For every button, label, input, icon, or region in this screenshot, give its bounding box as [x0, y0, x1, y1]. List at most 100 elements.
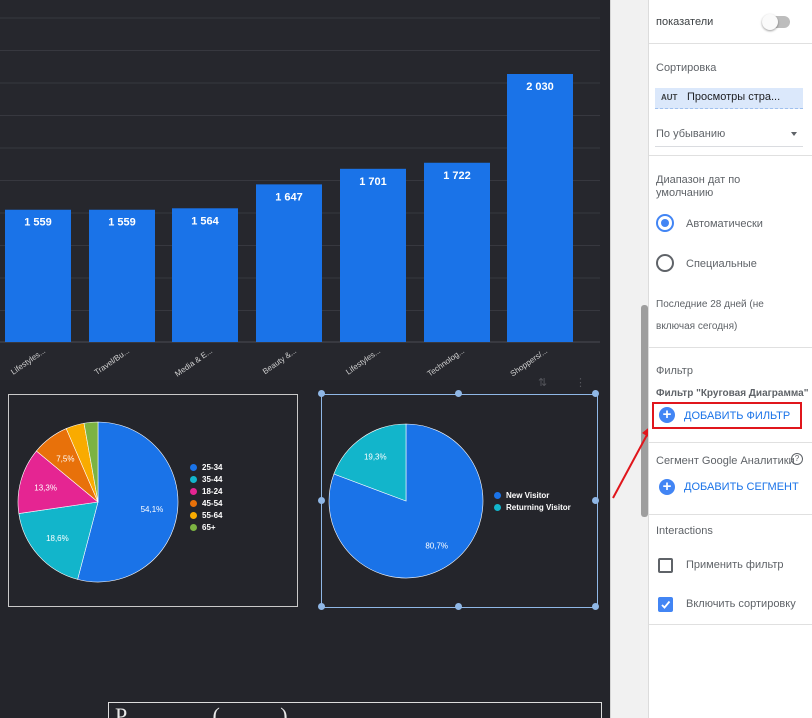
- resize-handle-b[interactable]: [455, 603, 462, 610]
- help-icon[interactable]: ?: [791, 453, 803, 465]
- pie-data-label: 54,1%: [141, 505, 164, 514]
- radio-custom[interactable]: [656, 254, 674, 272]
- metrics-label: показатели: [656, 16, 714, 28]
- add-filter-button[interactable]: ДОБАВИТЬ ФИЛЬТР: [684, 410, 790, 422]
- legend-item: Returning Visitor: [494, 501, 571, 513]
- resize-handle-bl[interactable]: [318, 603, 325, 610]
- legend-item: 35-44: [190, 473, 222, 485]
- legend-label: 55-64: [202, 510, 223, 520]
- legend-item: 45-54: [190, 497, 222, 509]
- bar-data-label: 1 559: [24, 217, 52, 229]
- pie-data-label: 7,5%: [56, 454, 74, 463]
- canvas-text-box[interactable]: Р... ... ... ... (... ... ...): [108, 702, 602, 718]
- filter-title: Фильтр: [656, 365, 693, 377]
- legend-item: 55-64: [190, 509, 222, 521]
- chip-type-tag: AUT: [661, 93, 678, 102]
- radio-custom-label: Специальные: [686, 258, 757, 270]
- properties-panel: показатели Сортировка AUT Просмотры стра…: [648, 0, 812, 718]
- bar: [256, 184, 322, 342]
- pie-data-label: 18,6%: [46, 534, 69, 543]
- filter-subtitle: Фильтр "Круговая Диаграмма": [656, 388, 809, 399]
- interactions-section: Interactions Применить фильтр Включить с…: [649, 514, 812, 625]
- bar-data-label: 1 564: [191, 215, 219, 227]
- pie-data-label: 13,3%: [34, 483, 57, 492]
- report-canvas: 1 559 Lifestyles... 1 559 Travel/Bu... 1 564…: [0, 0, 610, 718]
- legend-label: 35-44: [202, 474, 223, 484]
- radio-auto-label: Автоматически: [686, 218, 763, 230]
- age-pie-legend: 25-34 35-44 18-24 45-54 55-64 65+: [190, 461, 222, 533]
- sort-section: Сортировка AUT Просмотры стра... По убыв…: [649, 43, 812, 156]
- bar-data-label: 2 030: [526, 81, 554, 93]
- metrics-toggle[interactable]: [762, 14, 790, 30]
- bar-data-label: 1 647: [275, 191, 303, 203]
- visitor-pie-card[interactable]: 80,7% 19,3% New Visitor Returning Visitor: [321, 394, 598, 608]
- add-filter-plus-icon[interactable]: +: [659, 407, 675, 423]
- legend-item: 65+: [190, 521, 222, 533]
- bar-data-label: 1 701: [359, 176, 387, 188]
- add-segment-plus-icon[interactable]: +: [659, 479, 675, 495]
- legend-swatch: [190, 463, 197, 471]
- resize-handle-br[interactable]: [592, 603, 599, 610]
- interactions-title: Interactions: [656, 525, 713, 537]
- visitor-pie-legend: New Visitor Returning Visitor: [494, 489, 571, 513]
- filter-section: Фильтр Фильтр "Круговая Диаграмма" + ДОБ…: [649, 347, 812, 443]
- pie-data-label: 19,3%: [364, 453, 387, 462]
- bar: [5, 209, 71, 342]
- legend-label: 45-54: [202, 498, 223, 508]
- toggle-knob: [762, 14, 778, 30]
- resize-handle-tl[interactable]: [318, 390, 325, 397]
- apply-filter-label: Применить фильтр: [686, 559, 784, 571]
- bar-chart[interactable]: 1 559 Lifestyles... 1 559 Travel/Bu... 1 564…: [0, 0, 600, 390]
- segment-section: Сегмент Google Аналитики ? + ДОБАВИТЬ СЕ…: [649, 442, 812, 515]
- x-tick-label: Shoppers/...: [509, 346, 550, 378]
- more-vert-icon: ⋮: [575, 376, 586, 389]
- date-range-title: Диапазон дат по умолчанию: [656, 174, 741, 199]
- legend-swatch: [190, 499, 197, 507]
- legend-label: Returning Visitor: [506, 502, 571, 512]
- pie-data-label: 80,7%: [425, 541, 448, 550]
- resize-handle-tr[interactable]: [592, 390, 599, 397]
- bar: [424, 162, 490, 342]
- x-tick-label: Technolog...: [426, 346, 467, 378]
- select-underline: [655, 146, 803, 147]
- sort-metric-chip[interactable]: AUT Просмотры стра...: [655, 88, 803, 109]
- x-tick-label: Lifestyles...: [9, 346, 47, 376]
- age-pie-chart[interactable]: 54,1% 18,6% 13,3% 7,5%: [9, 395, 297, 606]
- legend-item: 18-24: [190, 485, 222, 497]
- resize-handle-r[interactable]: [592, 497, 599, 504]
- date-range-section: Диапазон дат по умолчанию Автоматически …: [649, 155, 812, 348]
- check-icon: [661, 600, 671, 609]
- date-range-note: Последние 28 дней (не включая сегодня): [656, 299, 764, 332]
- chevron-down-icon[interactable]: [791, 132, 797, 136]
- resize-handle-t[interactable]: [455, 390, 462, 397]
- enable-sort-label: Включить сортировку: [686, 598, 796, 610]
- legend-swatch: [190, 487, 197, 495]
- legend-label: 25-34: [202, 462, 223, 472]
- bar: [89, 209, 155, 342]
- legend-item: New Visitor: [494, 489, 571, 501]
- add-segment-button[interactable]: ДОБАВИТЬ СЕГМЕНТ: [684, 481, 799, 493]
- enable-sort-checkbox[interactable]: [658, 597, 673, 612]
- x-tick-label: Travel/Bu...: [93, 346, 131, 377]
- legend-label: 18-24: [202, 486, 223, 496]
- sort-arrows-icon: ⇅: [538, 376, 547, 389]
- legend-swatch: [494, 503, 501, 511]
- apply-filter-checkbox[interactable]: [658, 558, 673, 573]
- legend-swatch: [190, 511, 197, 519]
- x-tick-label: Beauty &...: [261, 346, 298, 376]
- legend-item: 25-34: [190, 461, 222, 473]
- radio-auto[interactable]: [656, 214, 674, 232]
- bar: [507, 74, 573, 342]
- age-pie-card[interactable]: 54,1% 18,6% 13,3% 7,5% 25-34 35-44 18-24 45-54…: [8, 394, 298, 607]
- sort-order-select[interactable]: По убыванию: [656, 128, 725, 140]
- bar: [340, 168, 406, 342]
- x-tick-label: Media & E...: [173, 346, 214, 378]
- resize-handle-l[interactable]: [318, 497, 325, 504]
- legend-swatch: [190, 523, 197, 531]
- chip-label: Просмотры стра...: [687, 91, 781, 103]
- bar-data-label: 1 559: [108, 217, 136, 229]
- legend-label: New Visitor: [506, 490, 550, 500]
- legend-swatch: [494, 491, 501, 499]
- bar: [172, 208, 238, 342]
- panel-divider: [649, 624, 812, 626]
